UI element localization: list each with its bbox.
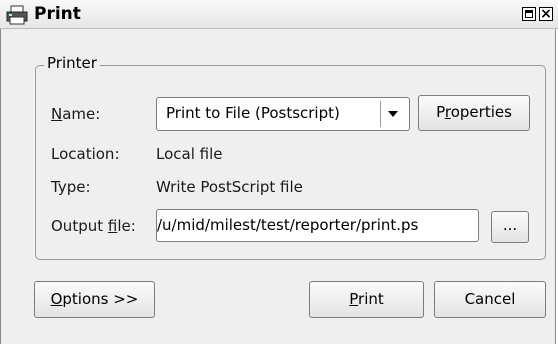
select-divider xyxy=(380,101,381,127)
output-file-input[interactable]: /u/mid/milest/test/reporter/print.ps xyxy=(156,209,479,242)
cancel-button-label: Cancel xyxy=(464,290,516,308)
properties-button[interactable]: Properties xyxy=(418,95,530,131)
browse-button[interactable]: ... xyxy=(491,211,529,243)
printer-name-value: Print to File (Postscript) xyxy=(166,104,340,122)
cancel-button[interactable]: Cancel xyxy=(434,281,546,318)
title-bar[interactable]: Print × xyxy=(0,0,558,29)
options-button[interactable]: Options >> xyxy=(34,281,155,318)
window-title: Print xyxy=(34,4,81,24)
location-label: Location: xyxy=(51,145,120,163)
output-file-value: /u/mid/milest/test/reporter/print.ps xyxy=(157,216,419,234)
print-button-label: Print xyxy=(349,290,384,308)
close-icon: × xyxy=(540,6,552,22)
location-value: Local file xyxy=(156,145,223,163)
printer-icon xyxy=(6,5,28,25)
type-label: Type: xyxy=(51,178,91,196)
maximize-button[interactable] xyxy=(522,7,536,21)
type-value: Write PostScript file xyxy=(156,178,303,196)
printer-name-select[interactable]: Print to File (Postscript) xyxy=(156,97,410,131)
chevron-down-icon xyxy=(388,111,398,117)
print-button[interactable]: Print xyxy=(309,281,424,318)
browse-button-label: ... xyxy=(502,216,518,234)
properties-button-label: Properties xyxy=(436,103,512,121)
options-button-label: Options >> xyxy=(50,290,139,308)
close-button[interactable]: × xyxy=(539,6,553,22)
output-file-label: Output file: xyxy=(51,217,136,235)
name-label: Name: xyxy=(51,105,101,123)
printer-group-title: Printer xyxy=(44,54,100,72)
